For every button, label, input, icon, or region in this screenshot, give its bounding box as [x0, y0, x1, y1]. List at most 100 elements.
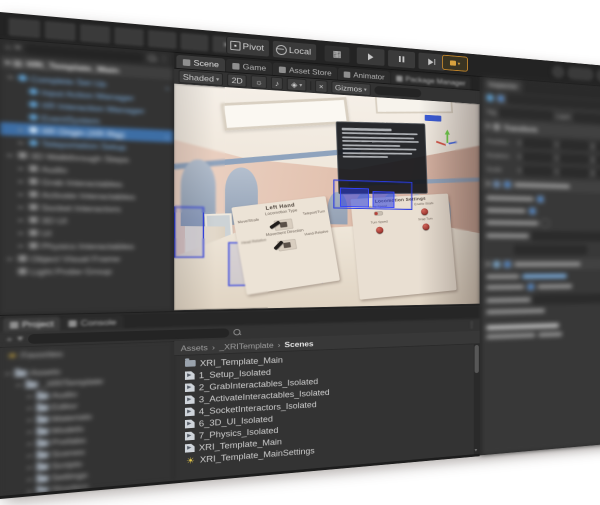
scale-z-field[interactable] — [596, 169, 600, 179]
property-checkbox[interactable] — [529, 207, 536, 214]
prefab-arrow-icon[interactable]: › — [166, 83, 173, 93]
hierarchy-item-label: Grab Interactables — [41, 177, 122, 189]
position-x-field[interactable] — [523, 139, 552, 149]
expand-arrow-icon[interactable]: ▸ — [17, 164, 25, 172]
object-field[interactable] — [534, 294, 600, 304]
hierarchy-item[interactable]: ▸ UI — [0, 226, 173, 240]
mode-dropdown[interactable] — [514, 245, 586, 254]
highlighted-dropdown-button[interactable]: ▾ — [442, 55, 468, 72]
scene-search-input[interactable] — [374, 86, 421, 98]
expand-arrow-icon[interactable] — [17, 91, 25, 92]
position-y-field[interactable] — [560, 141, 588, 151]
expand-arrow-icon[interactable]: ▸ — [28, 416, 32, 424]
gizmos-label: Gizmos — [335, 83, 362, 94]
scroll-down-arrow[interactable]: ▾ — [475, 447, 478, 453]
lighting-toggle-button[interactable]: ☼ — [251, 75, 267, 89]
expand-arrow-icon[interactable]: ▸ — [17, 138, 25, 146]
rotation-y-field[interactable] — [560, 154, 588, 164]
position-z-field[interactable] — [596, 142, 600, 152]
expand-arrow-icon[interactable]: ▸ — [28, 475, 32, 483]
divider — [310, 81, 311, 90]
component-enabled-checkbox[interactable] — [504, 181, 511, 189]
layout-dropdown[interactable] — [596, 68, 600, 84]
create-button[interactable]: + — [5, 42, 11, 52]
folder-list: ▸ Assets ▸ _XRITemplate ▸ — [0, 361, 173, 496]
expand-arrow-icon[interactable]: ▸ — [17, 229, 25, 237]
effects-dropdown[interactable]: ◈ ▾ — [287, 78, 306, 92]
hierarchy-item[interactable]: Light Probe Group — [0, 264, 173, 278]
expand-arrow-icon[interactable]: ▸ — [17, 190, 25, 198]
transform-tool-icon[interactable] — [180, 32, 210, 53]
scrollbar-thumb[interactable] — [475, 345, 479, 373]
property-checkbox[interactable] — [527, 283, 534, 290]
expand-arrow-icon[interactable]: ▸ — [28, 464, 32, 472]
expand-arrow-icon[interactable]: ▸ — [17, 242, 25, 250]
hidden-objects-button[interactable]: × — [315, 80, 327, 93]
scale-x-field[interactable] — [523, 166, 552, 176]
local-icon — [276, 44, 287, 55]
project-panel: Project Console + ▾ ⋮ ★ Favorites — [0, 304, 480, 499]
layer-dropdown[interactable] — [574, 113, 600, 125]
expand-arrow-icon[interactable]: ▸ — [28, 440, 32, 448]
component-enabled-checkbox[interactable] — [504, 261, 511, 268]
expand-arrow-icon[interactable]: ▸ — [28, 404, 32, 412]
hand-tool-icon[interactable] — [7, 17, 41, 40]
hierarchy-item[interactable]: ▸ Object Visual Frame — [0, 252, 173, 265]
breadcrumb-assets[interactable]: Assets — [181, 342, 208, 352]
expand-arrow-icon[interactable]: ▸ — [17, 177, 25, 185]
rotate-tool-icon[interactable] — [79, 23, 111, 45]
tag-dropdown[interactable] — [500, 108, 553, 120]
object-field[interactable] — [532, 232, 600, 241]
hierarchy-menu-icon[interactable]: ⋮ — [159, 53, 169, 64]
property-checkbox[interactable] — [537, 196, 544, 203]
tab-console[interactable]: Console — [62, 315, 123, 330]
scene-viewport[interactable]: Left Hand Locomotion Type Move/Strafe Te… — [174, 84, 479, 311]
rotation-x-field[interactable] — [523, 152, 552, 162]
audio-toggle-button[interactable]: ♪ — [271, 77, 283, 90]
account-button[interactable] — [551, 64, 565, 80]
expand-arrow-icon[interactable]: ▸ — [28, 392, 32, 400]
expand-arrow-icon[interactable]: ▸ — [17, 216, 25, 224]
project-menu-icon[interactable]: ⋮ — [468, 320, 476, 329]
expand-arrow-icon[interactable]: ▸ — [28, 452, 32, 460]
play-button[interactable] — [356, 46, 385, 67]
2d-toggle-button[interactable]: 2D — [227, 73, 246, 87]
move-tool-icon[interactable] — [44, 20, 77, 42]
expand-arrow-icon[interactable]: ▾ — [6, 73, 15, 82]
expand-arrow-icon[interactable]: ▸ — [17, 381, 21, 389]
layers-dropdown[interactable] — [567, 66, 595, 82]
rect-tool-icon[interactable] — [147, 29, 178, 50]
pause-button[interactable] — [387, 49, 416, 69]
breadcrumb-scenes[interactable]: Scenes — [284, 339, 313, 349]
expand-arrow-icon[interactable]: ▸ — [6, 370, 10, 378]
chevron-down-icon: ▾ — [486, 122, 490, 131]
expand-arrow-icon[interactable]: ▸ — [6, 255, 15, 263]
file-icon — [185, 455, 196, 465]
hierarchy-item[interactable]: ▸ Physics Interactables — [0, 239, 173, 252]
property-checkbox[interactable] — [542, 220, 549, 227]
create-asset-button[interactable]: + — [6, 334, 12, 344]
component-header[interactable]: ▾ — [481, 257, 600, 273]
active-checkbox[interactable] — [497, 95, 504, 103]
rotation-z-field[interactable] — [596, 156, 600, 166]
expand-arrow-icon[interactable]: ▸ — [28, 428, 32, 436]
scene-label-tag — [425, 115, 442, 122]
scale-tool-icon[interactable] — [113, 26, 144, 48]
chevron-down-icon: ▾ — [17, 333, 23, 344]
expand-arrow-icon[interactable]: ▸ — [17, 203, 25, 211]
local-toggle-button[interactable]: Local — [272, 40, 317, 62]
pivot-toggle-button[interactable]: Pivot — [226, 36, 270, 58]
grid-snap-button[interactable]: ▦ — [324, 44, 351, 64]
snap-turn-label: Snap Turn — [418, 217, 433, 222]
option-head-relative: Head Relative — [241, 239, 267, 246]
unity-editor-window: × Pivot Local ▦ ▾ — [0, 12, 600, 498]
tab-project[interactable]: Project — [2, 317, 60, 332]
expand-arrow-icon[interactable]: ▸ — [17, 125, 25, 133]
folder-icon — [36, 404, 48, 412]
prefab-arrow-icon[interactable]: › — [166, 131, 173, 141]
expand-arrow-icon[interactable]: ▸ — [6, 151, 15, 159]
scale-label: Scale — [486, 165, 514, 173]
breadcrumb-xritemplate[interactable]: _XRITemplate — [219, 340, 273, 351]
project-scrollbar[interactable]: ▾ — [474, 343, 480, 454]
scale-y-field[interactable] — [560, 168, 588, 178]
